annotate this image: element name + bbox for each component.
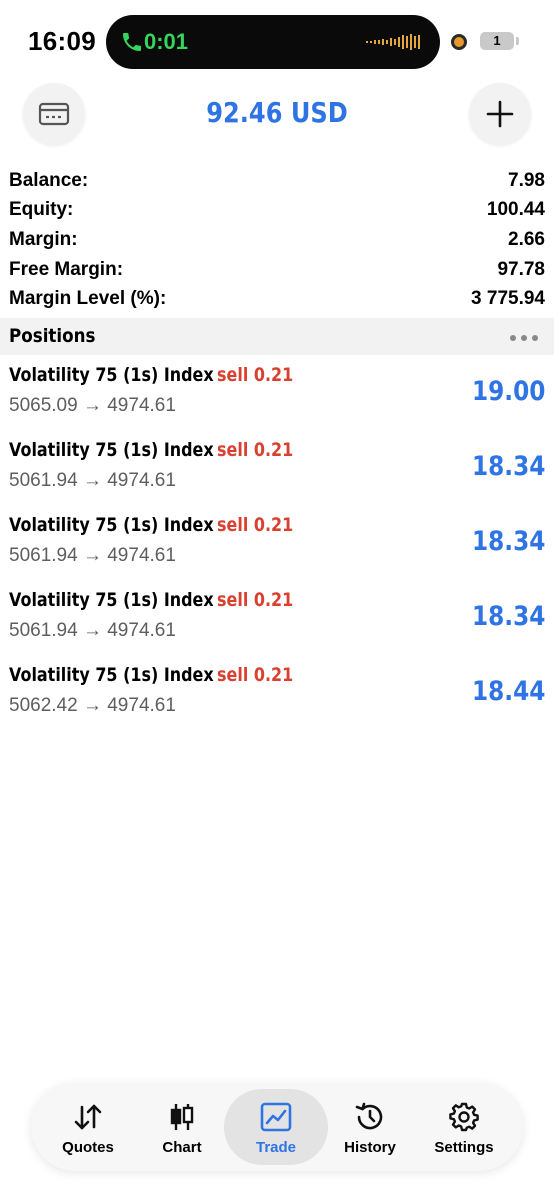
- position-symbol: Volatility 75 (1s) Index: [9, 364, 214, 386]
- summary-margin-level: Margin Level (%): 3 775.94: [9, 284, 545, 314]
- tab-label: Settings: [434, 1139, 494, 1156]
- position-symbol-line: Volatility 75 (1s) Index sell 0.21: [9, 364, 293, 386]
- tab-chart[interactable]: Chart: [130, 1089, 234, 1165]
- position-profit: 19.00: [471, 376, 545, 407]
- position-side: sell 0.21: [217, 364, 294, 386]
- quotes-arrows-icon: [74, 1104, 102, 1130]
- summary-label: Margin Level (%):: [9, 288, 167, 310]
- new-order-button[interactable]: [469, 83, 531, 145]
- summary-value: 97.78: [497, 258, 545, 280]
- summary-value: 7.98: [508, 169, 545, 191]
- tab-history[interactable]: History: [318, 1089, 422, 1165]
- candlestick-icon: [170, 1104, 194, 1130]
- position-prices: 5061.94 → 4974.61: [9, 470, 176, 491]
- position-symbol-line: Volatility 75 (1s) Index sell 0.21: [9, 664, 293, 686]
- tab-label: Chart: [162, 1139, 202, 1156]
- position-symbol: Volatility 75 (1s) Index: [9, 664, 214, 686]
- position-row[interactable]: Volatility 75 (1s) Index sell 0.21 5061.9…: [0, 587, 554, 662]
- tab-label: Trade: [255, 1139, 297, 1156]
- summary-label: Equity:: [9, 199, 74, 221]
- account-summary: Balance: 7.98 Equity: 100.44 Margin: 2.6…: [9, 166, 545, 314]
- positions-list: Volatility 75 (1s) Index sell 0.21 5065.0…: [0, 362, 554, 737]
- summary-label: Balance:: [9, 169, 89, 191]
- position-profit: 18.34: [471, 451, 545, 482]
- trade-screen: 16:09 0:01 1 92.46 USD Balance: 7.98 Equ…: [0, 0, 554, 1200]
- summary-value: 2.66: [508, 228, 545, 250]
- position-row[interactable]: Volatility 75 (1s) Index sell 0.21 5061.9…: [0, 512, 554, 587]
- summary-margin: Margin: 2.66: [9, 225, 545, 255]
- summary-label: Free Margin:: [9, 258, 124, 280]
- positions-title: Positions: [9, 325, 96, 347]
- tab-quotes[interactable]: Quotes: [36, 1089, 140, 1165]
- summary-value: 3 775.94: [471, 288, 545, 310]
- position-side: sell 0.21: [217, 664, 294, 686]
- position-row[interactable]: Volatility 75 (1s) Index sell 0.21 5061.9…: [0, 437, 554, 512]
- position-symbol-line: Volatility 75 (1s) Index sell 0.21: [9, 439, 293, 461]
- position-symbol: Volatility 75 (1s) Index: [9, 439, 214, 461]
- position-prices: 5061.94 → 4974.61: [9, 620, 176, 641]
- tab-label: Quotes: [62, 1139, 114, 1156]
- summary-value: 100.44: [486, 199, 545, 221]
- position-prices: 5061.94 → 4974.61: [9, 545, 176, 566]
- position-side: sell 0.21: [217, 589, 294, 611]
- position-side: sell 0.21: [217, 514, 294, 536]
- plus-icon: [486, 100, 514, 128]
- tab-label: History: [344, 1139, 396, 1156]
- recording-indicator-icon: [451, 34, 467, 50]
- position-row[interactable]: Volatility 75 (1s) Index sell 0.21 5065.0…: [0, 362, 554, 437]
- battery-tip: [516, 37, 519, 45]
- tab-settings[interactable]: Settings: [412, 1089, 516, 1165]
- audio-waveform-icon: [366, 34, 420, 50]
- position-prices: 5062.42 → 4974.61: [9, 695, 176, 716]
- summary-label: Margin:: [9, 228, 78, 250]
- call-timer: 0:01: [144, 29, 189, 54]
- position-prices: 5065.09 → 4974.61: [9, 395, 176, 416]
- dynamic-island-call[interactable]: 0:01: [106, 15, 440, 69]
- position-symbol: Volatility 75 (1s) Index: [9, 589, 214, 611]
- position-symbol-line: Volatility 75 (1s) Index sell 0.21: [9, 589, 293, 611]
- battery-icon: 1: [480, 32, 514, 50]
- phone-icon: [123, 33, 141, 51]
- summary-balance: Balance: 7.98: [9, 166, 545, 196]
- position-side: sell 0.21: [217, 439, 294, 461]
- tab-bar: Quotes Chart Trade History Settings: [31, 1083, 523, 1171]
- gear-icon: [449, 1102, 479, 1132]
- position-row[interactable]: Volatility 75 (1s) Index sell 0.21 5062.4…: [0, 662, 554, 737]
- position-profit: 18.34: [471, 526, 545, 557]
- position-profit: 18.34: [471, 601, 545, 632]
- tab-trade[interactable]: Trade: [224, 1089, 328, 1165]
- position-symbol-line: Volatility 75 (1s) Index sell 0.21: [9, 514, 293, 536]
- more-options-icon[interactable]: [510, 335, 538, 341]
- summary-equity: Equity: 100.44: [9, 196, 545, 226]
- status-time: 16:09: [28, 26, 96, 56]
- trade-chart-icon: [260, 1102, 292, 1132]
- summary-free-margin: Free Margin: 97.78: [9, 255, 545, 285]
- position-symbol: Volatility 75 (1s) Index: [9, 514, 214, 536]
- page-title: 92.46 USD: [206, 96, 348, 129]
- history-clock-icon: [355, 1102, 383, 1130]
- position-profit: 18.44: [471, 676, 545, 707]
- positions-header: Positions: [0, 318, 554, 355]
